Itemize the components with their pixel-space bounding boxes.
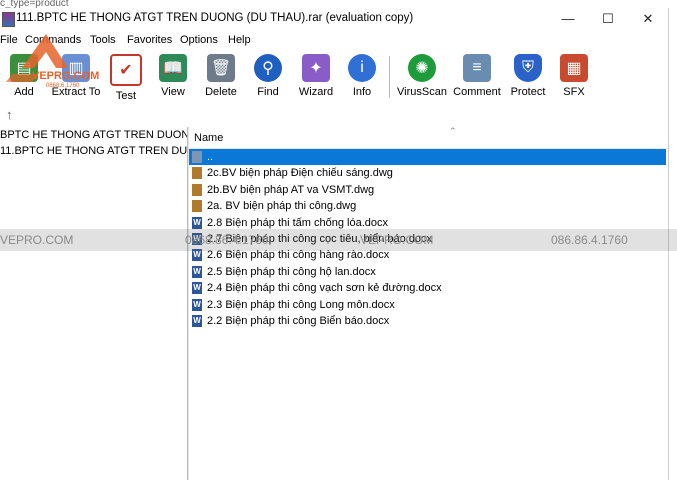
winrar-app-icon [2, 12, 15, 27]
file-row[interactable]: .. [189, 149, 666, 165]
comment-button[interactable]: ≡ Comment [451, 52, 503, 102]
dwg-file-icon [192, 183, 202, 196]
test-button[interactable]: ✔ Test [102, 52, 150, 102]
wizard-label: Wizard [298, 86, 334, 98]
word-file-icon: W [192, 249, 202, 262]
address-bar: ↑ [0, 106, 668, 124]
delete-button[interactable]: 🗑 Delete [197, 52, 245, 102]
menu-favorites[interactable]: Favorites [127, 34, 172, 46]
folder-up-icon [192, 151, 202, 163]
find-label: Find [257, 86, 279, 98]
background-page-url: c_type=product [0, 0, 677, 8]
file-name: 2b.BV biện pháp AT va VSMT.dwg [207, 183, 375, 196]
wizard-button[interactable]: ✦ Wizard [292, 52, 340, 102]
column-name-label: Name [194, 132, 224, 144]
file-row[interactable]: 2a. BV biện pháp thi công.dwg [189, 198, 666, 214]
file-name: 2.5 Biện pháp thi công hộ lan.docx [207, 265, 376, 278]
virusscan-button[interactable]: ✺ VirusScan [396, 52, 448, 102]
folder-tree[interactable]: BPTC HE THONG ATGT TREN DUONG (DI 11.BPT… [0, 127, 187, 480]
up-arrow-icon[interactable]: ↑ [6, 107, 13, 122]
file-name: 2.2 Biện pháp thi công Biển báo.docx [207, 315, 390, 327]
view-icon: 📖 [159, 54, 187, 82]
file-row[interactable]: 2c.BV biện pháp Điện chiếu sáng.dwg [189, 165, 666, 181]
word-file-icon: W [192, 298, 202, 311]
toolbar-separator [389, 56, 390, 98]
tree-item[interactable]: BPTC HE THONG ATGT TREN DUONG (DI [0, 128, 187, 143]
delete-label: Delete [205, 86, 237, 98]
watermark-band: VEPRO.COM 0868.86.4.1760 VEPRO.COM 086.8… [0, 229, 677, 251]
file-row[interactable]: W 2.4 Biện pháp thi công vạch sơn kẻ đườn… [189, 280, 666, 296]
comment-icon: ≡ [463, 54, 491, 82]
word-file-icon: W [192, 216, 202, 229]
protect-button[interactable]: ⛨ Protect [504, 52, 552, 102]
dwg-file-icon [192, 167, 202, 180]
virusscan-label: VirusScan [397, 86, 447, 98]
view-button[interactable]: 📖 View [149, 52, 197, 102]
file-name: 2c.BV biện pháp Điện chiếu sáng.dwg [207, 167, 393, 180]
test-icon: ✔ [110, 54, 142, 86]
info-label: Info [352, 86, 372, 98]
protect-icon: ⛨ [514, 54, 542, 82]
file-name: 2a. BV biện pháp thi công.dwg [207, 200, 357, 213]
comment-label: Comment [453, 86, 501, 98]
protect-label: Protect [510, 86, 546, 98]
wizard-icon: ✦ [302, 54, 330, 82]
word-file-icon: W [192, 282, 202, 295]
info-button[interactable]: i Info [338, 52, 386, 102]
view-label: View [161, 86, 185, 98]
maximize-button[interactable]: ☐ [588, 10, 628, 28]
menu-options[interactable]: Options [180, 34, 218, 46]
find-button[interactable]: ⚲ Find [244, 52, 292, 102]
file-row[interactable]: W 2.3 Biện pháp thi công Long môn.docx [189, 297, 666, 313]
file-name: 2.4 Biện pháp thi công vạch sơn kẻ đường… [207, 282, 442, 295]
sfx-label: SFX [563, 86, 585, 98]
window-title: 111.BPTC HE THONG ATGT TREN DUONG (DU TH… [16, 12, 414, 24]
file-row[interactable]: W 2.5 Biện pháp thi công hộ lan.docx [189, 264, 666, 280]
sfx-button[interactable]: ▦ SFX [550, 52, 598, 102]
tree-item[interactable]: 11.BPTC HE THONG ATGT TREN DUONG [0, 144, 187, 159]
word-file-icon: W [192, 315, 202, 327]
file-row[interactable]: 2b.BV biện pháp AT va VSMT.dwg [189, 182, 666, 198]
watermark-site-left: VEPRO.COM [0, 233, 74, 247]
close-button[interactable]: ✕ [628, 10, 668, 28]
title-bar: 111.BPTC HE THONG ATGT TREN DUONG (DU TH… [0, 8, 668, 30]
sort-arrow-icon: ⌃ [449, 126, 457, 136]
word-file-icon: W [192, 265, 202, 278]
column-header-name[interactable]: Name ⌃ [189, 126, 668, 149]
sfx-icon: ▦ [560, 54, 588, 82]
menu-help[interactable]: Help [228, 34, 251, 46]
watermark-phone-mid: 0868.86.4.1760 [185, 233, 269, 247]
file-name: 2.3 Biện pháp thi công Long môn.docx [207, 298, 395, 311]
test-label: Test [115, 90, 137, 102]
find-icon: ⚲ [254, 54, 282, 82]
watermark-logo: VEPRO.COM 0868.6.1760 [2, 28, 108, 90]
file-list: Name ⌃ .. 2c.BV biện pháp Điện chiếu sáng… [189, 126, 668, 480]
delete-icon: 🗑 [207, 54, 235, 82]
dwg-file-icon [192, 200, 202, 213]
watermark-phone-right: 086.86.4.1760 [551, 233, 628, 247]
watermark-site-mid: VEPRO.COM [360, 233, 434, 247]
logo-text: VEPRO.COM [32, 70, 100, 82]
minimize-button[interactable]: — [548, 10, 588, 28]
file-row[interactable]: W 2.2 Biện pháp thi công Biển báo.docx [189, 313, 666, 329]
file-name: .. [207, 151, 214, 163]
logo-phone: 0868.6.1760 [46, 83, 80, 89]
virusscan-icon: ✺ [408, 54, 436, 82]
info-icon: i [348, 54, 376, 82]
